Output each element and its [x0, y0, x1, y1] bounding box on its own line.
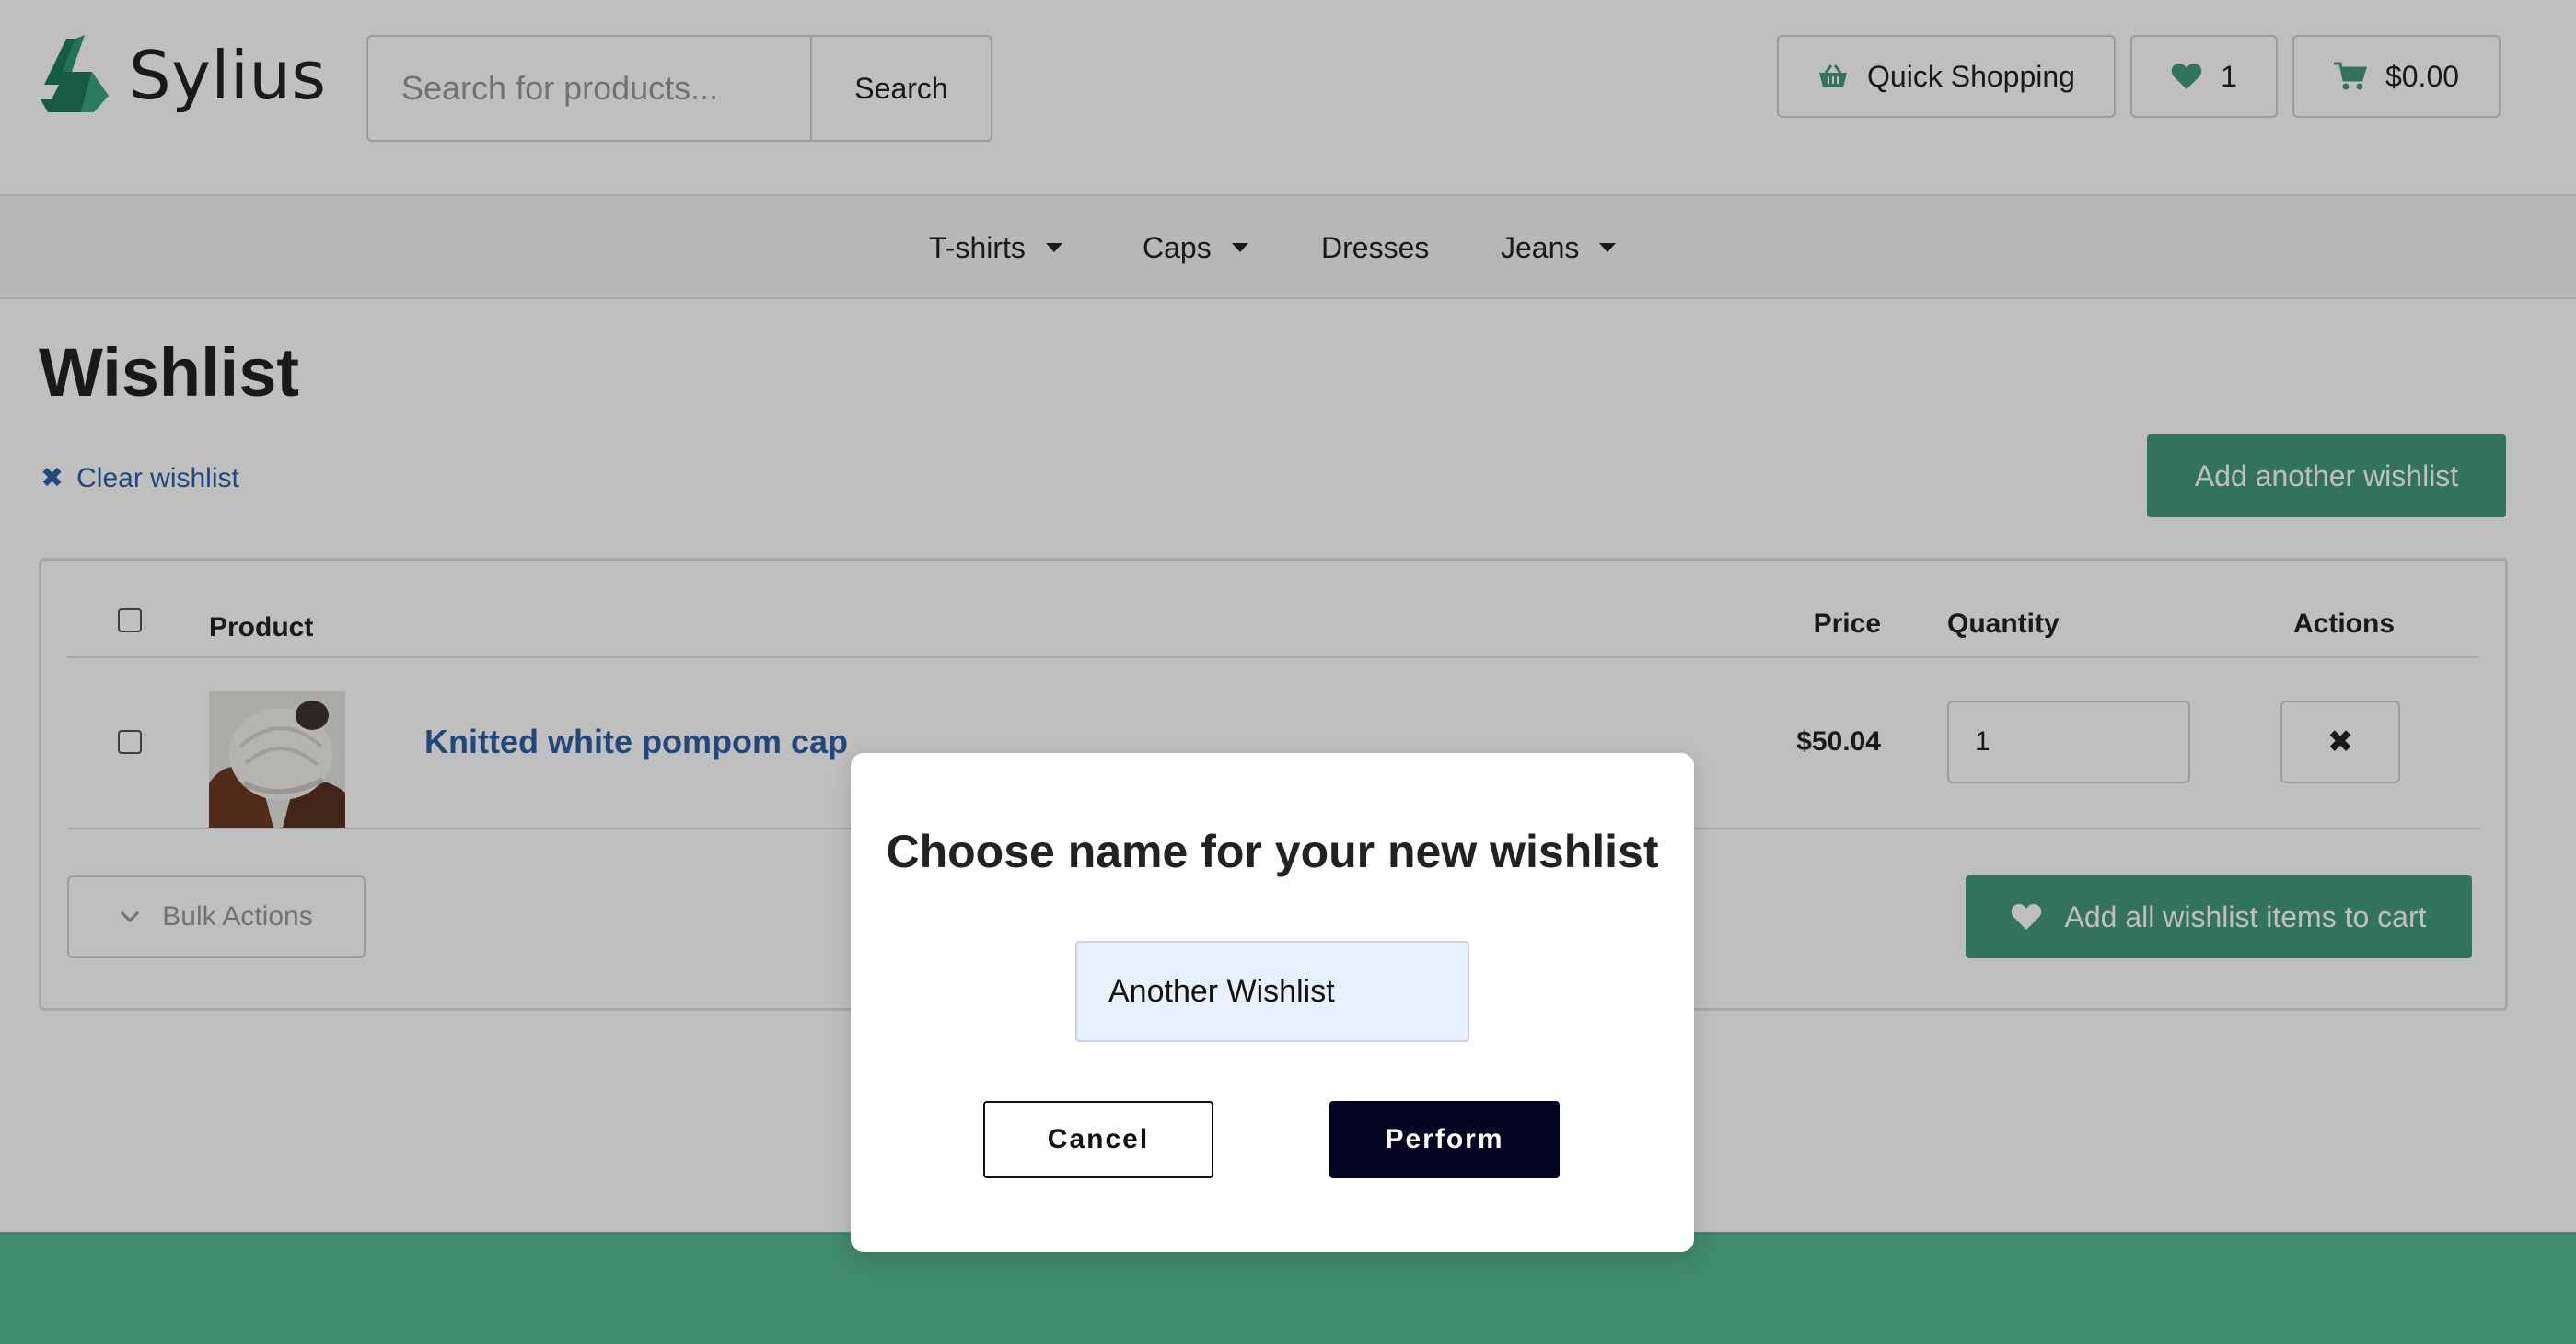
perform-button[interactable]: Perform — [1329, 1101, 1560, 1178]
modal-title: Choose name for your new wishlist — [886, 826, 1659, 877]
new-wishlist-modal: Choose name for your new wishlist Anothe… — [851, 753, 1694, 1252]
wishlist-name-input[interactable]: Another Wishlist — [1075, 941, 1469, 1042]
cancel-button[interactable]: Cancel — [983, 1101, 1213, 1178]
